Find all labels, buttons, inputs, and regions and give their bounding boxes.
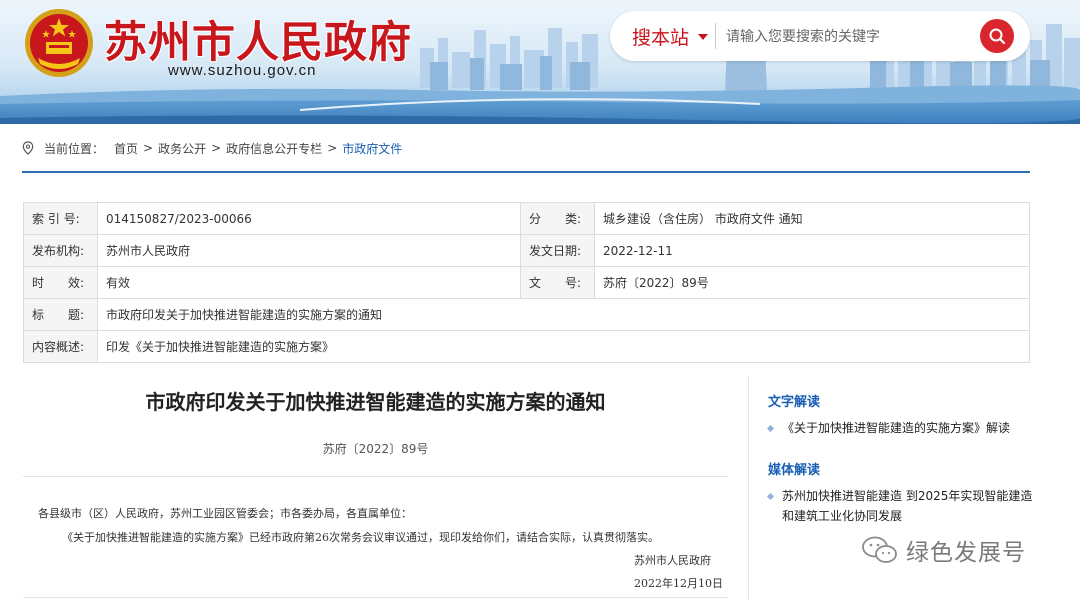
document-number-value: 苏府〔2022〕89号 bbox=[594, 266, 1030, 299]
bullet-icon bbox=[766, 424, 775, 433]
breadcrumb-divider bbox=[22, 171, 1030, 173]
breadcrumb-municipal-docs[interactable]: 市政府文件 bbox=[342, 140, 402, 157]
breadcrumb-separator: > bbox=[143, 141, 154, 155]
article-bottom-divider bbox=[23, 597, 728, 598]
site-title[interactable]: 苏州市人民政府 bbox=[104, 8, 412, 70]
category-label: 分 类: bbox=[520, 202, 595, 235]
wechat-icon bbox=[862, 536, 897, 563]
article-doc-number: 苏府〔2022〕89号 bbox=[322, 442, 429, 456]
breadcrumb: 当前位置： 首页 > 政务公开 > 政府信息公开专栏 > 市政府文件 bbox=[22, 139, 402, 157]
issue-date-value: 2022-12-11 bbox=[594, 234, 1030, 267]
search-button[interactable] bbox=[980, 19, 1014, 53]
issue-date-label: 发文日期: bbox=[520, 234, 595, 267]
side-panel-divider bbox=[748, 376, 749, 599]
table-row: 时 效: 有效 文 号: 苏府〔2022〕89号 bbox=[23, 266, 1030, 299]
breadcrumb-gov-affairs[interactable]: 政务公开 bbox=[158, 140, 206, 157]
summary-value: 印发《关于加快推进智能建造的实施方案》 bbox=[97, 330, 1030, 363]
media-interpretation-link[interactable]: 苏州加快推进智能建造 到2025年实现智能建造和建筑工业化协同发展 bbox=[782, 486, 1042, 526]
table-row: 内容概述: 印发《关于加快推进智能建造的实施方案》 bbox=[23, 330, 1030, 363]
table-row: 标 题: 市政府印发关于加快推进智能建造的实施方案的通知 bbox=[23, 298, 1030, 331]
watermark-text: 绿色发展号 bbox=[906, 540, 1026, 566]
article-paragraph: 《关于加快推进智能建造的实施方案》已经市政府第26次常务会议审议通过，现印发给你… bbox=[62, 531, 659, 544]
publisher-value: 苏州市人民政府 bbox=[97, 234, 521, 267]
index-number-value: 014150827/2023-00066 bbox=[97, 202, 521, 235]
index-number-label: 索 引 号: bbox=[23, 202, 98, 235]
text-interpretation-heading: 文字解读 bbox=[768, 395, 821, 410]
breadcrumb-separator: > bbox=[327, 141, 338, 155]
article-title: 市政府印发关于加快推进智能建造的实施方案的通知 bbox=[145, 390, 606, 414]
article-divider bbox=[23, 476, 728, 477]
search-box: 搜本站 bbox=[610, 11, 1030, 61]
article-issuer: 苏州市人民政府 bbox=[634, 554, 711, 567]
title-label: 标 题: bbox=[23, 298, 98, 331]
search-icon bbox=[989, 28, 1006, 45]
document-number-label: 文 号: bbox=[520, 266, 595, 299]
text-interpretation-link[interactable]: 《关于加快推进智能建造的实施方案》解读 bbox=[782, 418, 1042, 438]
breadcrumb-home[interactable]: 首页 bbox=[114, 140, 138, 157]
location-pin-icon bbox=[22, 141, 34, 155]
watermark: 绿色发展号 bbox=[860, 533, 1026, 567]
category-value: 城乡建设（含住房） 市政府文件 通知 bbox=[594, 202, 1030, 235]
document-meta-table: 索 引 号: 014150827/2023-00066 分 类: 城乡建设（含住… bbox=[23, 202, 1030, 363]
table-row: 索 引 号: 014150827/2023-00066 分 类: 城乡建设（含住… bbox=[23, 202, 1030, 235]
table-row: 发布机构: 苏州市人民政府 发文日期: 2022-12-11 bbox=[23, 234, 1030, 267]
chevron-down-icon[interactable] bbox=[698, 34, 708, 40]
breadcrumb-prefix: 当前位置： bbox=[44, 141, 105, 156]
breadcrumb-info-disclosure[interactable]: 政府信息公开专栏 bbox=[226, 140, 322, 157]
publisher-label: 发布机构: bbox=[23, 234, 98, 267]
validity-label: 时 效: bbox=[23, 266, 98, 299]
search-divider bbox=[715, 23, 716, 49]
header-banner: 苏州市人民政府 www.suzhou.gov.cn 搜本站 bbox=[0, 0, 1080, 124]
search-scope-select[interactable]: 搜本站 bbox=[632, 23, 689, 50]
media-interpretation-heading: 媒体解读 bbox=[768, 463, 821, 478]
article-addressee: 各县级市（区）人民政府，苏州工业园区管委会；市各委办局，各直属单位： bbox=[38, 507, 412, 520]
summary-label: 内容概述: bbox=[23, 330, 98, 363]
breadcrumb-separator: > bbox=[211, 141, 222, 155]
title-value: 市政府印发关于加快推进智能建造的实施方案的通知 bbox=[97, 298, 1030, 331]
national-emblem-icon bbox=[25, 9, 93, 77]
validity-value: 有效 bbox=[97, 266, 521, 299]
site-url[interactable]: www.suzhou.gov.cn bbox=[168, 62, 316, 79]
bullet-icon bbox=[766, 492, 775, 501]
search-input[interactable] bbox=[724, 22, 968, 52]
article-date: 2022年12月10日 bbox=[634, 577, 723, 590]
